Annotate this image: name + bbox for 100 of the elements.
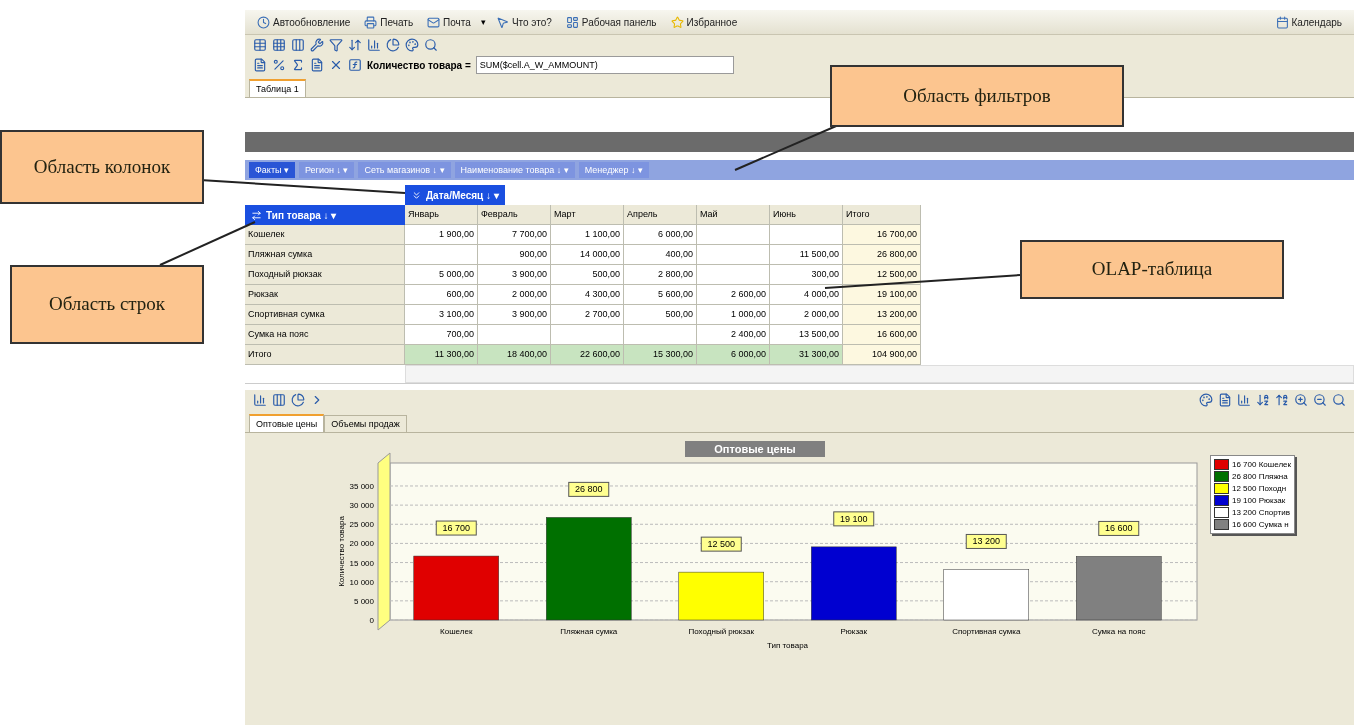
callout: OLAP-таблица xyxy=(1020,240,1284,299)
data-label: 12 500 xyxy=(700,536,742,552)
search-icon[interactable] xyxy=(1332,393,1346,407)
row-header: Кошелек xyxy=(245,225,405,245)
toolbar-button[interactable]: Что это? xyxy=(491,13,556,31)
table-cell: 2 600,00 xyxy=(697,285,770,305)
pie-chart-icon[interactable] xyxy=(386,38,400,52)
zoom-in-icon[interactable] xyxy=(1294,393,1308,407)
data-label: 16 600 xyxy=(1104,523,1133,534)
bar-chart-icon[interactable] xyxy=(1237,393,1251,407)
axis-tick-label: Спортивная сумка xyxy=(952,627,1021,636)
search-icon[interactable] xyxy=(424,38,438,52)
filter-field[interactable]: Факты ▾ xyxy=(249,162,295,178)
axis-tick-label: Кошелек xyxy=(440,627,473,636)
document-icon[interactable] xyxy=(253,58,267,72)
double-chevron-icon xyxy=(411,189,422,201)
table-cell: 7 700,00 xyxy=(478,225,551,245)
column-header: Итого xyxy=(843,205,921,225)
table-cell: 11 300,00 xyxy=(405,345,478,365)
zoom-out-icon[interactable] xyxy=(1313,393,1327,407)
star-icon xyxy=(670,15,684,29)
column-header: Февраль xyxy=(478,205,551,225)
toolbar-button[interactable]: Рабочая панель xyxy=(561,13,661,31)
row-header: Сумка на пояс xyxy=(245,325,405,345)
sort-ascending-icon[interactable] xyxy=(1275,393,1289,407)
column-header: Июнь xyxy=(770,205,843,225)
toolbar-button[interactable]: Печать xyxy=(360,13,418,31)
toolbar-button[interactable]: Автообновление xyxy=(253,13,355,31)
palette-icon[interactable] xyxy=(1199,393,1213,407)
table-cell: 2 400,00 xyxy=(697,325,770,345)
legend-label: 16 600 Сумка н xyxy=(1232,520,1289,529)
data-label: 19 100 xyxy=(833,511,875,527)
row-header: Рюкзак xyxy=(245,285,405,305)
column-header: Май xyxy=(697,205,770,225)
row-field[interactable]: Тип товара ↓ ▾ xyxy=(245,205,405,225)
sheet-tab[interactable]: Таблица 1 xyxy=(249,79,306,97)
horizontal-scrollbar[interactable] xyxy=(405,365,1354,383)
data-label: 12 500 xyxy=(707,539,736,550)
axis-tick-label: 25 000 xyxy=(349,520,374,530)
chart-tab[interactable]: Объемы продаж xyxy=(324,415,407,432)
table-cell: 1 100,00 xyxy=(551,225,624,245)
table-cell: 19 100,00 xyxy=(843,285,921,305)
table-cell: 15 300,00 xyxy=(624,345,697,365)
table-cell: 16 700,00 xyxy=(843,225,921,245)
table-cell: 4 000,00 xyxy=(770,285,843,305)
table-cell: 104 900,00 xyxy=(843,345,921,365)
table-cell: 22 600,00 xyxy=(551,345,624,365)
columns-icon[interactable] xyxy=(291,38,305,52)
data-label: 19 100 xyxy=(839,513,868,524)
columns-icon[interactable] xyxy=(272,393,286,407)
callout: Область фильтров xyxy=(830,65,1124,127)
grid-icon[interactable] xyxy=(272,38,286,52)
wrench-icon[interactable] xyxy=(310,38,324,52)
table-cell: 12 500,00 xyxy=(843,265,921,285)
axis-tick-label: Рюкзак xyxy=(840,627,867,636)
axis-tick-label: 15 000 xyxy=(349,558,374,568)
axis-title: Количество товара xyxy=(337,516,346,587)
sort-icon[interactable] xyxy=(348,38,362,52)
toolbar-button[interactable]: Календарь xyxy=(1271,13,1346,31)
table-cell: 500,00 xyxy=(551,265,624,285)
document-icon[interactable] xyxy=(310,58,324,72)
formula-field[interactable]: SUM($cell.A_W_AMMOUNT) xyxy=(475,56,734,74)
callout: Область строк xyxy=(10,265,204,344)
toolbar-button[interactable]: Почта xyxy=(423,13,475,31)
table-cell: 2 700,00 xyxy=(551,305,624,325)
data-label: 26 800 xyxy=(574,484,603,495)
column-header: Март xyxy=(551,205,624,225)
axis-tick-label: 5 000 xyxy=(353,596,374,606)
table-icon[interactable] xyxy=(253,38,267,52)
function-icon[interactable] xyxy=(348,58,362,72)
filter-icon[interactable] xyxy=(329,38,343,52)
table-cell: 4 300,00 xyxy=(551,285,624,305)
chart-tab[interactable]: Оптовые цены xyxy=(249,414,325,432)
axis-tick-label: 0 xyxy=(369,616,374,625)
printer-icon xyxy=(364,15,378,29)
table-cell: 2 000,00 xyxy=(770,305,843,325)
column-header: Январь xyxy=(405,205,478,225)
column-field[interactable]: Дата/Месяц ↓ ▾ xyxy=(405,185,505,205)
table-cell: 900,00 xyxy=(478,245,551,265)
palette-icon[interactable] xyxy=(405,38,419,52)
axis-tick-label: 20 000 xyxy=(349,539,374,549)
legend-label: 26 800 Пляжна xyxy=(1232,472,1288,481)
axis-tick-label: 10 000 xyxy=(349,577,374,587)
axis-title: Тип товара xyxy=(766,641,809,650)
document-icon[interactable] xyxy=(1218,393,1232,407)
table-cell: 400,00 xyxy=(624,245,697,265)
close-icon[interactable] xyxy=(329,58,343,72)
axis-tick-label: 35 000 xyxy=(349,482,374,491)
data-label: 26 800 xyxy=(568,481,610,497)
table-cell: 14 000,00 xyxy=(551,245,624,265)
bar-chart-icon[interactable] xyxy=(253,393,267,407)
table-cell: 1 000,00 xyxy=(697,305,770,325)
sigma-icon[interactable] xyxy=(291,58,305,72)
toolbar-button[interactable]: Избранное xyxy=(666,13,742,31)
dropdown-caret[interactable]: ▾ xyxy=(480,17,486,27)
sort-descending-icon[interactable] xyxy=(1256,393,1270,407)
pie-chart-icon[interactable] xyxy=(291,393,305,407)
table-cell: 300,00 xyxy=(770,265,843,285)
percent-icon[interactable] xyxy=(272,58,286,72)
bar-chart-icon[interactable] xyxy=(367,38,381,52)
